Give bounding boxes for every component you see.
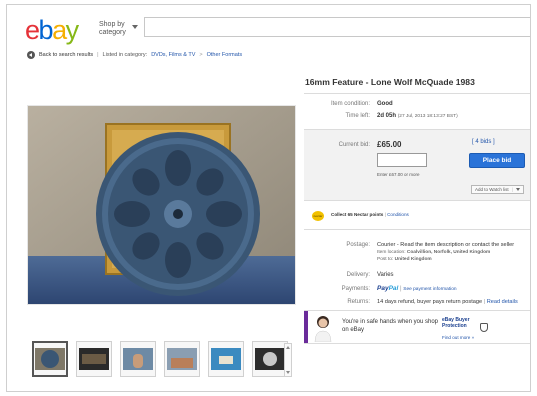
thumbnail-image [35, 348, 65, 370]
postage-label: Postage: [346, 242, 370, 248]
points-text: Collect 65 Nectar points | Conditions [331, 212, 409, 217]
page-scrollbar[interactable] [527, 0, 537, 396]
reel-icon [41, 350, 59, 368]
thumbnail-film-frame-2[interactable] [120, 341, 156, 377]
time-left-label: Time left: [345, 113, 370, 119]
returns-details-link[interactable]: Read details [487, 299, 518, 305]
post-to-label: Post to: [377, 257, 394, 262]
thumbnail-film-frame-4[interactable] [208, 341, 244, 377]
thumbnail-image [123, 348, 153, 370]
watch-list-label: Add to Watch list [475, 187, 509, 192]
logo-letter-e: e [25, 15, 40, 45]
delivery-label: Delivery: [346, 272, 370, 278]
thumbnail-film-reel[interactable] [32, 341, 68, 377]
paypal-pay: Pay [377, 285, 389, 292]
thumbnail-image [79, 348, 109, 370]
bid-amount-input[interactable] [377, 153, 427, 167]
thumbnail-strip [32, 341, 288, 377]
returns-value: 14 days refund, buyer pays return postag… [377, 299, 518, 305]
current-bid-label: Current bid: [338, 142, 370, 148]
browser-window: ebay Shop by category Back to search res… [6, 4, 531, 392]
item-location: Item location: Coalvillion, Norfolk, Uni… [377, 250, 490, 255]
nectar-logo-icon: nectar [312, 211, 324, 221]
frame-shape [171, 358, 193, 368]
item-condition-text: Good [377, 101, 393, 107]
back-to-search-link[interactable]: Back to search results [39, 52, 93, 58]
back-arrow-icon[interactable] [27, 51, 35, 59]
scroll-up-icon[interactable] [286, 346, 290, 349]
paypal-logo: PayPal [377, 285, 398, 292]
frame-shape [133, 354, 143, 368]
shop-by-line1: Shop by [99, 21, 125, 28]
bid-count-link[interactable]: [ 4 bids ] [472, 139, 495, 145]
logo-letter-y: y [65, 15, 80, 45]
logo-letter-a: a [52, 15, 67, 45]
chevron-down-icon[interactable] [515, 188, 520, 191]
conditions-link[interactable]: Conditions [387, 212, 409, 217]
item-location-label: Item location: [377, 250, 406, 255]
thumbnail-film-frame-1[interactable] [76, 341, 112, 377]
thumbnail-film-frame-5[interactable] [252, 341, 288, 377]
item-location-value: Coalvillion, Norfolk, United Kingdom [406, 250, 491, 255]
buyer-protection-banner: You're in safe hands when you shop on eB… [304, 310, 530, 344]
frame-shape [82, 354, 106, 364]
paypal-pal: Pal [388, 285, 399, 292]
nectar-points-banner: nectar Collect 65 Nectar points | Condit… [304, 202, 530, 230]
time-left-value: 2d 05h (27 Jul, 2013 18:13:27 BST) [377, 113, 458, 119]
place-bid-button[interactable]: Place bid [469, 153, 525, 168]
woman-avatar-icon [314, 316, 332, 342]
thumbnail-image [211, 348, 241, 370]
logo-letter-b: b [38, 15, 54, 45]
search-input[interactable] [144, 17, 530, 37]
time-left-text: 2d 05h [377, 113, 397, 119]
current-bid-value: £65.00 [377, 140, 402, 149]
breadcrumb-category-1[interactable]: DVDs, Films & TV [151, 52, 195, 58]
protection-text: You're in safe hands when you shop on eB… [342, 319, 438, 333]
ebay-logo[interactable]: ebay [25, 15, 80, 45]
title-divider [304, 93, 530, 94]
find-out-more-link[interactable]: Find out more » [442, 335, 474, 340]
breadcrumb-divider: | [97, 52, 99, 58]
payments-value: PayPal | See payment information [377, 285, 457, 292]
shop-by-line2: category [99, 29, 126, 36]
watch-list-button[interactable]: Add to Watch list | [471, 185, 524, 194]
time-left-detail: (27 Jul, 2013 18:13:27 BST) [397, 114, 458, 119]
item-condition-label: Item condition: [330, 101, 370, 107]
item-title: 16mm Feature - Lone Wolf McQuade 1983 [305, 77, 475, 87]
post-to: Post to: United Kingdom [377, 257, 432, 262]
points-label: Collect 65 Nectar points [331, 212, 384, 217]
returns-label: Returns: [347, 299, 370, 305]
shield-icon [480, 323, 488, 332]
breadcrumb: Back to search results | Listed in categ… [27, 51, 242, 59]
frame-shape [263, 352, 277, 366]
main-item-image[interactable] [27, 105, 296, 305]
protection-accent-bar [304, 311, 308, 343]
thumbnail-scrollbar[interactable] [284, 343, 292, 377]
returns-text: 14 days refund, buyer pays return postag… [377, 299, 483, 305]
delivery-value: Varies [377, 272, 394, 278]
bid-note: Enter £67.00 or more [377, 172, 420, 177]
watch-divider: | [511, 187, 513, 192]
payments-label: Payments: [341, 286, 370, 292]
chevron-down-icon[interactable] [132, 25, 138, 29]
payment-info-link[interactable]: See payment information [403, 287, 456, 292]
post-to-value: United Kingdom [394, 257, 432, 262]
thumbnail-image [167, 348, 197, 370]
scroll-down-icon[interactable] [286, 371, 290, 374]
film-reel-photo [28, 106, 295, 304]
postage-value: Courier - Read the item description or c… [377, 242, 515, 248]
breadcrumb-separator: > [199, 52, 203, 58]
thumbnail-image [255, 348, 285, 370]
breadcrumb-category-2[interactable]: Other Formats [207, 52, 242, 58]
item-condition-value: Good [377, 101, 393, 107]
frame-shape [219, 356, 233, 364]
thumbnail-film-frame-3[interactable] [164, 341, 200, 377]
listed-in-label: Listed in category: [102, 52, 148, 58]
shop-by-category[interactable]: Shop by category [99, 21, 126, 37]
